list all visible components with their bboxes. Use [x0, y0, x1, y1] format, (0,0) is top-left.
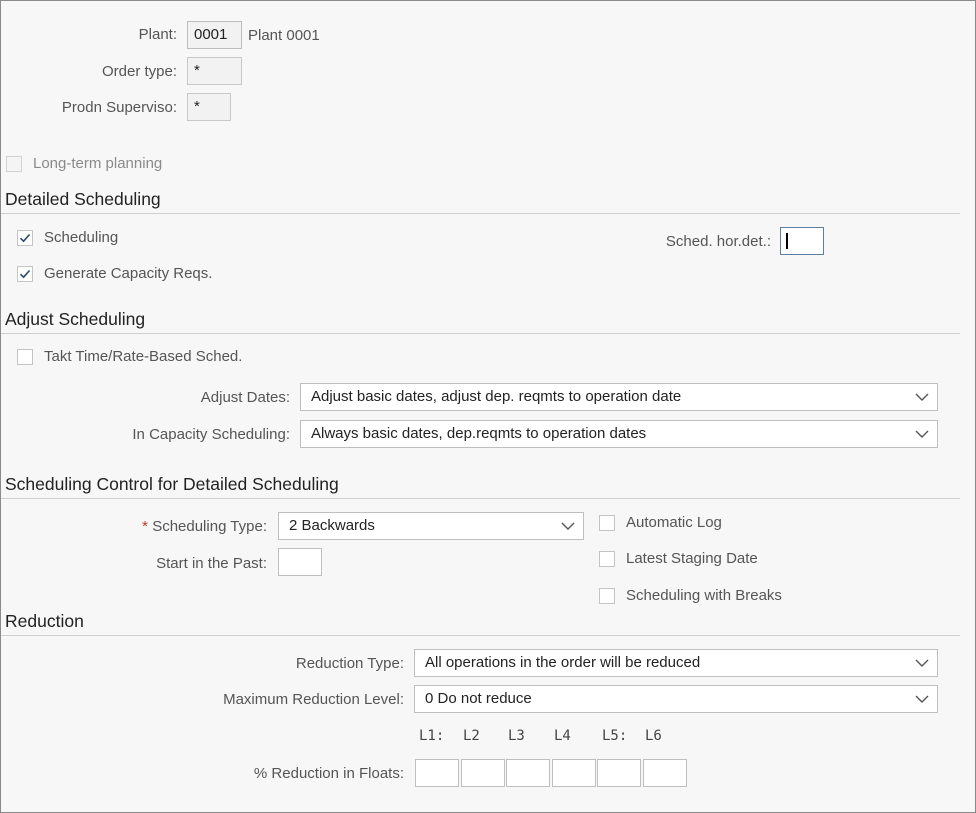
long-term-planning-label: Long-term planning [33, 155, 163, 172]
takt-time-label: Takt Time/Rate-Based Sched. [44, 348, 243, 365]
plant-description: Plant 0001 [248, 27, 320, 44]
required-indicator: * [142, 518, 149, 535]
checkmark-icon [19, 233, 31, 243]
start-in-past-label: Start in the Past: [156, 555, 267, 572]
prodn-supervisor-input[interactable]: * [187, 93, 231, 121]
section-title-scheduling-control: Scheduling Control for Detailed Scheduli… [5, 474, 339, 494]
latest-staging-date-label: Latest Staging Date [626, 550, 758, 567]
plant-label: Plant: [138, 26, 177, 43]
in-capacity-scheduling-label: In Capacity Scheduling: [132, 426, 290, 443]
section-title-reduction: Reduction [5, 611, 84, 631]
reduction-float-l3-input[interactable] [506, 759, 550, 787]
prodn-supervisor-label: Prodn Superviso: [61, 99, 177, 116]
generate-capacity-reqs-checkbox[interactable] [17, 266, 33, 282]
max-reduction-level-value: 0 Do not reduce [425, 690, 532, 707]
latest-staging-date-checkbox[interactable] [599, 551, 615, 567]
scheduling-type-select[interactable]: 2 Backwards [278, 512, 584, 540]
adjust-dates-select[interactable]: Adjust basic dates, adjust dep. reqmts t… [300, 383, 938, 411]
reduction-float-l1-input[interactable] [415, 759, 459, 787]
section-title-detailed-scheduling: Detailed Scheduling [5, 189, 161, 209]
max-reduction-level-label: Maximum Reduction Level: [223, 691, 404, 708]
order-type-label: Order type: [101, 63, 177, 80]
scheduling-type-label-text: Scheduling Type: [152, 518, 267, 535]
chevron-down-icon [915, 430, 929, 438]
long-term-planning-checkbox[interactable] [6, 156, 22, 172]
start-in-past-input[interactable] [278, 548, 322, 576]
automatic-log-label: Automatic Log [626, 514, 722, 531]
chevron-down-icon [915, 659, 929, 667]
section-title-adjust-scheduling: Adjust Scheduling [5, 309, 146, 329]
level-header-l6: L6 [645, 728, 662, 744]
scheduling-type-value: 2 Backwards [289, 517, 375, 534]
in-capacity-scheduling-select[interactable]: Always basic dates, dep.reqmts to operat… [300, 420, 938, 448]
text-cursor [786, 233, 788, 249]
scheduling-with-breaks-label: Scheduling with Breaks [626, 587, 782, 604]
scheduling-type-label: * Scheduling Type: [142, 518, 267, 535]
reduction-in-floats-label: % Reduction in Floats: [253, 765, 404, 782]
reduction-float-l5-input[interactable] [597, 759, 641, 787]
section-divider [1, 498, 960, 499]
takt-time-checkbox[interactable] [17, 349, 33, 365]
sched-hor-det-label: Sched. hor.det.: [665, 233, 771, 250]
level-header-l3: L3 [508, 728, 525, 744]
level-header-l2: L2 [463, 728, 480, 744]
max-reduction-level-select[interactable]: 0 Do not reduce [414, 685, 938, 713]
checkmark-icon [19, 269, 31, 279]
scheduling-parameters-panel: Plant: 0001 Plant 0001 Order type: * Pro… [0, 0, 976, 813]
scheduling-with-breaks-checkbox[interactable] [599, 588, 615, 604]
order-type-input[interactable]: * [187, 57, 242, 85]
section-divider [1, 333, 960, 334]
reduction-type-value: All operations in the order will be redu… [425, 654, 701, 671]
automatic-log-checkbox[interactable] [599, 515, 615, 531]
scheduling-label: Scheduling [44, 229, 119, 246]
chevron-down-icon [915, 695, 929, 703]
chevron-down-icon [561, 522, 575, 530]
level-header-l5: L5: [602, 728, 628, 744]
level-header-l1: L1: [419, 728, 445, 744]
generate-capacity-reqs-label: Generate Capacity Reqs. [44, 265, 213, 282]
reduction-float-l6-input[interactable] [643, 759, 687, 787]
reduction-float-l2-input[interactable] [461, 759, 505, 787]
section-divider [1, 213, 960, 214]
reduction-type-select[interactable]: All operations in the order will be redu… [414, 649, 938, 677]
reduction-float-l4-input[interactable] [552, 759, 596, 787]
scheduling-checkbox[interactable] [17, 230, 33, 246]
in-capacity-scheduling-value: Always basic dates, dep.reqmts to operat… [311, 425, 647, 442]
section-divider [1, 635, 960, 636]
level-header-l4: L4 [554, 728, 571, 744]
reduction-type-label: Reduction Type: [295, 655, 404, 672]
adjust-dates-value: Adjust basic dates, adjust dep. reqmts t… [311, 388, 682, 405]
plant-input[interactable]: 0001 [187, 21, 242, 49]
adjust-dates-label: Adjust Dates: [200, 389, 290, 406]
sched-hor-det-input[interactable] [780, 227, 824, 255]
chevron-down-icon [915, 393, 929, 401]
